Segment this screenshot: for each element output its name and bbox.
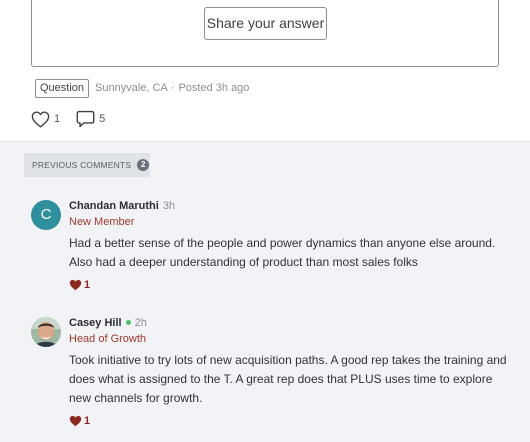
comment-author[interactable]: Casey Hill xyxy=(69,317,122,329)
like-button[interactable]: 1 xyxy=(31,110,61,128)
comment-bubble-icon xyxy=(76,110,95,128)
author-role: Head of Growth xyxy=(69,333,147,345)
heart-filled-icon xyxy=(69,279,82,291)
comment-count: 5 xyxy=(99,113,106,125)
question-tag[interactable]: Question xyxy=(35,78,90,98)
comment-author[interactable]: Chandan Maruthi xyxy=(69,200,159,212)
comment-text: Took initiative to try lots of new acqui… xyxy=(69,353,507,405)
heart-outline-icon xyxy=(31,110,50,128)
like-count: 1 xyxy=(54,113,61,125)
previous-comments-label: PREVIOUS COMMENTS xyxy=(32,160,132,170)
previous-comments-button[interactable]: PREVIOUS COMMENTS 2 xyxy=(24,153,150,177)
meta-separator: · xyxy=(170,82,175,94)
post-actions: 1 5 xyxy=(31,108,121,130)
author-role: New Member xyxy=(69,216,135,228)
heart-filled-icon xyxy=(69,415,82,427)
post-time: Posted 3h ago xyxy=(178,82,250,94)
comment-time: 2h xyxy=(134,317,147,329)
online-status-icon xyxy=(125,320,131,325)
comment-time: 3h xyxy=(162,200,176,212)
previous-comments-count: 2 xyxy=(137,159,150,171)
share-answer-button[interactable]: Share your answer xyxy=(204,7,327,40)
post-location: Sunnyvale, CA xyxy=(95,82,168,94)
comments-section: PREVIOUS COMMENTS 2 C Chandan Maruthi 3h… xyxy=(0,141,530,442)
comment-like-button[interactable]: 1 xyxy=(69,279,511,291)
comment-like-count: 1 xyxy=(84,415,91,427)
user-photo-icon xyxy=(31,317,61,347)
comment-text: Had a better sense of the people and pow… xyxy=(69,236,496,269)
avatar[interactable] xyxy=(31,317,61,347)
answer-box: Share your answer xyxy=(31,0,499,67)
avatar[interactable]: C xyxy=(31,200,61,230)
comment-button[interactable]: 5 xyxy=(76,110,105,128)
comment-like-button[interactable]: 1 xyxy=(69,415,511,427)
post-meta: Question Sunnyvale, CA · Posted 3h ago xyxy=(35,78,249,98)
comment-like-count: 1 xyxy=(84,279,91,291)
post-area: Share your answer Question Sunnyvale, CA… xyxy=(0,0,530,141)
